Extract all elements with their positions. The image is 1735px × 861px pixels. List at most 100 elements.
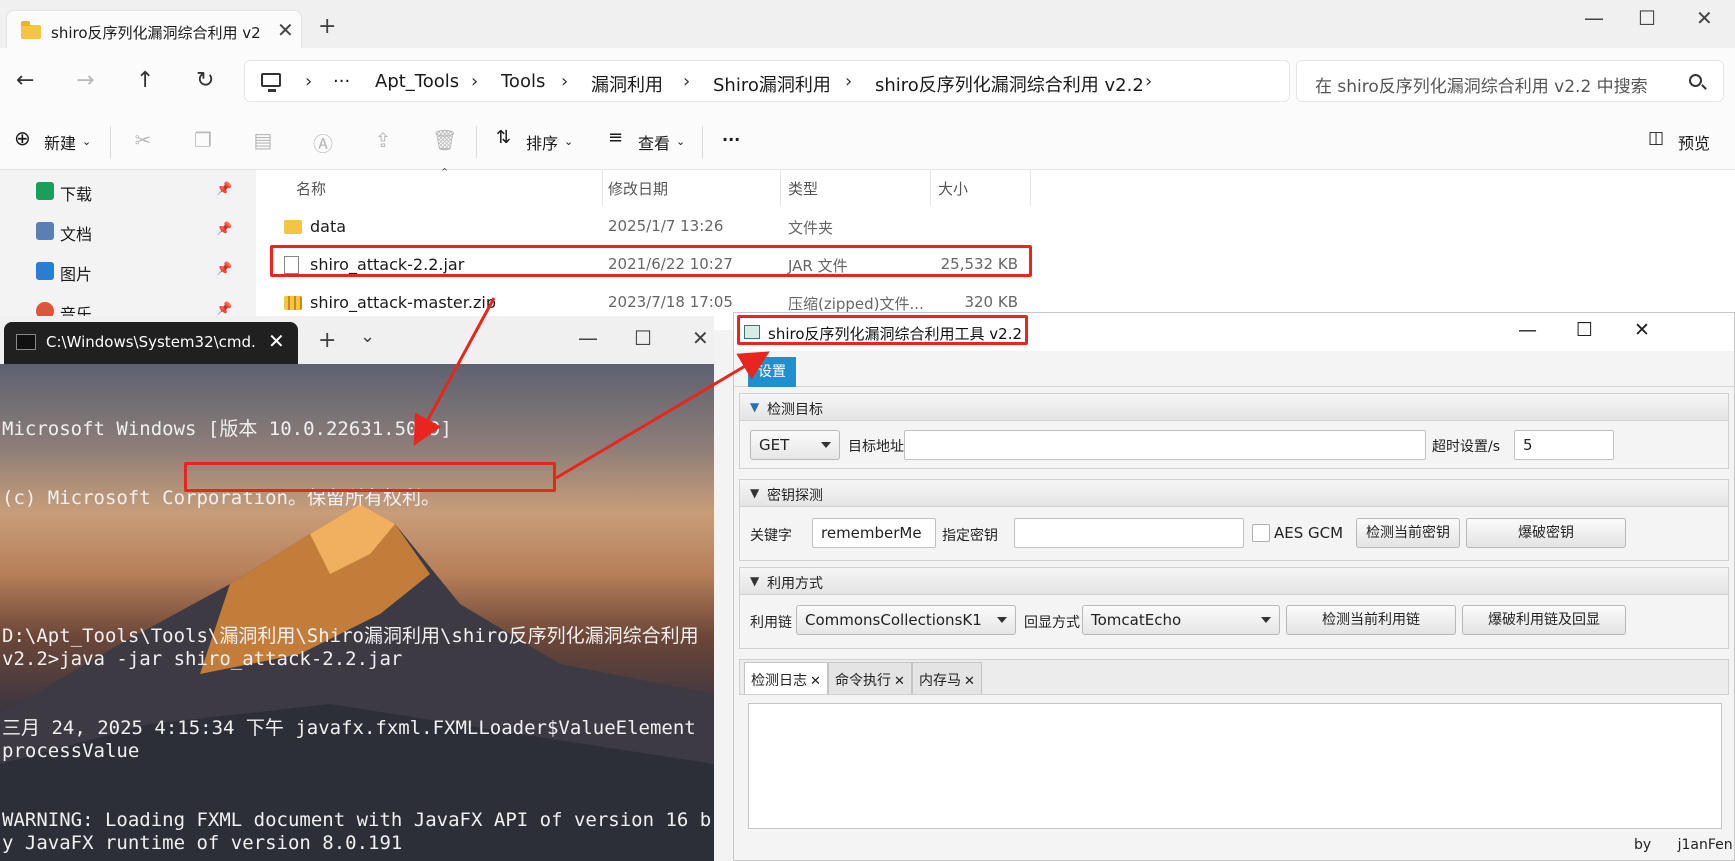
gadget-chain-value: CommonsCollectionsK1 <box>805 611 982 629</box>
minimize-button[interactable]: — <box>1584 6 1604 30</box>
keyword-input[interactable]: rememberMe <box>812 518 936 548</box>
more-options-button[interactable]: ··· <box>722 130 740 149</box>
explorer-tab[interactable]: shiro反序列化漏洞综合利用 v2. ✕ <box>6 10 302 50</box>
section-title: 利用方式 <box>767 576 823 592</box>
tab-command-exec[interactable]: 命令执行 ✕ <box>828 662 912 694</box>
tab-detection-log[interactable]: 检测日志 ✕ <box>744 662 828 694</box>
cmd-icon <box>16 334 36 350</box>
document-icon <box>36 222 54 240</box>
minimize-button[interactable]: — <box>1518 319 1537 341</box>
terminal-output: Microsoft Windows [版本 10.0.22631.5039] (… <box>2 372 712 861</box>
copy-icon[interactable]: ❐ <box>192 128 214 152</box>
check-current-key-button[interactable]: 检测当前密钥 <box>1356 518 1460 548</box>
delete-icon[interactable]: 🗑 <box>432 128 457 152</box>
sidebar-item-documents[interactable]: 文档 📌 <box>36 216 246 246</box>
close-tab-icon[interactable]: ✕ <box>964 674 975 689</box>
view-icon: ≡ <box>608 127 624 148</box>
close-tab-icon[interactable]: ✕ <box>810 674 821 689</box>
sidebar-item-pictures[interactable]: 图片 📌 <box>36 256 246 286</box>
specify-key-input[interactable] <box>1014 518 1244 548</box>
brute-force-chain-button[interactable]: 爆破利用链及回显 <box>1462 605 1626 635</box>
breadcrumb-item[interactable]: Tools <box>501 71 545 92</box>
back-button[interactable]: ← <box>16 68 34 93</box>
footer-author: j1anFen <box>1677 837 1733 853</box>
target-section-body: GET 目标地址 超时设置/s 5 <box>739 421 1729 469</box>
share-icon[interactable]: ⇪ <box>372 128 394 152</box>
chevron-down-icon <box>1261 617 1271 623</box>
breadcrumb-item[interactable]: 漏洞利用 <box>591 71 663 97</box>
preview-button[interactable]: 预览 <box>1678 130 1710 154</box>
sort-icon: ⇅ <box>496 127 512 148</box>
breadcrumb-separator: › <box>561 71 569 92</box>
maximize-button[interactable]: ☐ <box>634 326 652 350</box>
divider <box>476 126 477 158</box>
view-button[interactable]: 查看 <box>638 130 670 154</box>
rename-icon[interactable]: Ⓐ <box>312 128 334 156</box>
breadcrumb-more[interactable]: ··· <box>333 71 350 92</box>
check-gadget-chain-button[interactable]: 检测当前利用链 <box>1286 605 1456 635</box>
chevron-down-icon <box>997 617 1007 623</box>
chevron-down-icon[interactable]: ⌄ <box>360 326 375 347</box>
close-tab-icon[interactable]: ✕ <box>277 18 294 42</box>
maximize-button[interactable]: ☐ <box>1638 6 1656 30</box>
search-box[interactable]: 在 shiro反序列化漏洞综合利用 v2.2 中搜索 <box>1296 60 1724 102</box>
sidebar-item-downloads[interactable]: 下载 📌 <box>36 176 246 206</box>
close-window-button[interactable]: ✕ <box>1696 6 1713 30</box>
file-date: 2023/7/18 17:05 <box>608 293 733 311</box>
column-header-size[interactable]: 大小 <box>938 178 968 199</box>
settings-menu[interactable]: 设置 <box>748 357 796 387</box>
timeout-input[interactable]: 5 <box>1514 430 1614 460</box>
up-button[interactable]: ↑ <box>136 68 154 93</box>
search-icon[interactable] <box>1689 74 1702 87</box>
exploit-section-header[interactable]: ▼ 利用方式 <box>739 567 1729 595</box>
new-tab-button[interactable]: + <box>318 14 336 39</box>
file-type: 文件夹 <box>788 219 834 237</box>
forward-button[interactable]: → <box>76 68 94 93</box>
explorer-tab-bar: shiro反序列化漏洞综合利用 v2. ✕ + — ☐ ✕ <box>0 0 1735 50</box>
close-window-button[interactable]: ✕ <box>1634 319 1650 341</box>
cut-icon[interactable]: ✂ <box>132 128 154 152</box>
maximize-button[interactable]: ☐ <box>1576 319 1593 341</box>
pin-icon: 📌 <box>216 302 233 317</box>
breadcrumb-item[interactable]: Apt_Tools <box>375 71 459 92</box>
collapse-triangle-icon: ▼ <box>750 574 760 588</box>
address-bar[interactable]: › ··· Apt_Tools › Tools › 漏洞利用 › Shiro漏洞… <box>244 60 1290 102</box>
column-header-date[interactable]: 修改日期 <box>608 178 668 199</box>
tab-memory-shell[interactable]: 内存马 ✕ <box>912 662 982 694</box>
echo-method-select[interactable]: TomcatEcho <box>1082 605 1280 635</box>
collapse-triangle-icon: ▼ <box>750 400 760 414</box>
key-section-body: 关键字 rememberMe 指定密钥 AES GCM 检测当前密钥 爆破密钥 <box>739 507 1729 561</box>
close-window-button[interactable]: ✕ <box>692 326 709 350</box>
column-header-type[interactable]: 类型 <box>788 178 818 199</box>
new-button[interactable]: 新建 <box>44 130 76 154</box>
refresh-button[interactable]: ↻ <box>196 68 214 93</box>
command-highlight-box <box>184 462 556 492</box>
chevron-down-icon: ⌄ <box>82 135 92 148</box>
key-section-header[interactable]: ▼ 密钥探测 <box>739 479 1729 507</box>
file-row[interactable]: data 2025/1/7 13:26 文件夹 <box>256 210 1036 246</box>
gadget-chain-select[interactable]: CommonsCollectionsK1 <box>796 605 1016 635</box>
new-plus-icon: ⊕ <box>14 126 31 150</box>
sort-button[interactable]: 排序 <box>526 130 558 154</box>
aes-gcm-checkbox[interactable] <box>1252 524 1270 542</box>
echo-method-label: 回显方式 <box>1024 615 1080 631</box>
terminal-tab[interactable]: C:\Windows\System32\cmd.e ✕ <box>4 322 298 364</box>
http-method-select[interactable]: GET <box>750 430 840 460</box>
timeout-label: 超时设置/s <box>1432 439 1501 455</box>
minimize-button[interactable]: — <box>578 326 598 350</box>
breadcrumb-item[interactable]: Shiro漏洞利用 <box>713 71 831 97</box>
terminal-body[interactable]: Microsoft Windows [版本 10.0.22631.5039] (… <box>0 364 714 861</box>
close-tab-icon[interactable]: ✕ <box>894 674 905 689</box>
detection-log-textarea[interactable] <box>748 703 1722 829</box>
menu-bar: 设置 <box>734 351 1734 387</box>
column-header-name[interactable]: 名称 <box>296 178 326 199</box>
paste-icon[interactable]: ▤ <box>252 128 274 152</box>
jar-file-highlight-box <box>270 245 1032 277</box>
close-tab-icon[interactable]: ✕ <box>268 329 285 353</box>
brute-force-key-button[interactable]: 爆破密钥 <box>1466 518 1626 548</box>
tab-label: 内存马 <box>919 673 961 689</box>
new-tab-button[interactable]: + <box>318 328 336 353</box>
target-url-input[interactable] <box>904 430 1426 460</box>
target-section-header[interactable]: ▼ 检测目标 <box>739 393 1729 421</box>
breadcrumb-item-current[interactable]: shiro反序列化漏洞综合利用 v2.2 <box>875 71 1144 97</box>
